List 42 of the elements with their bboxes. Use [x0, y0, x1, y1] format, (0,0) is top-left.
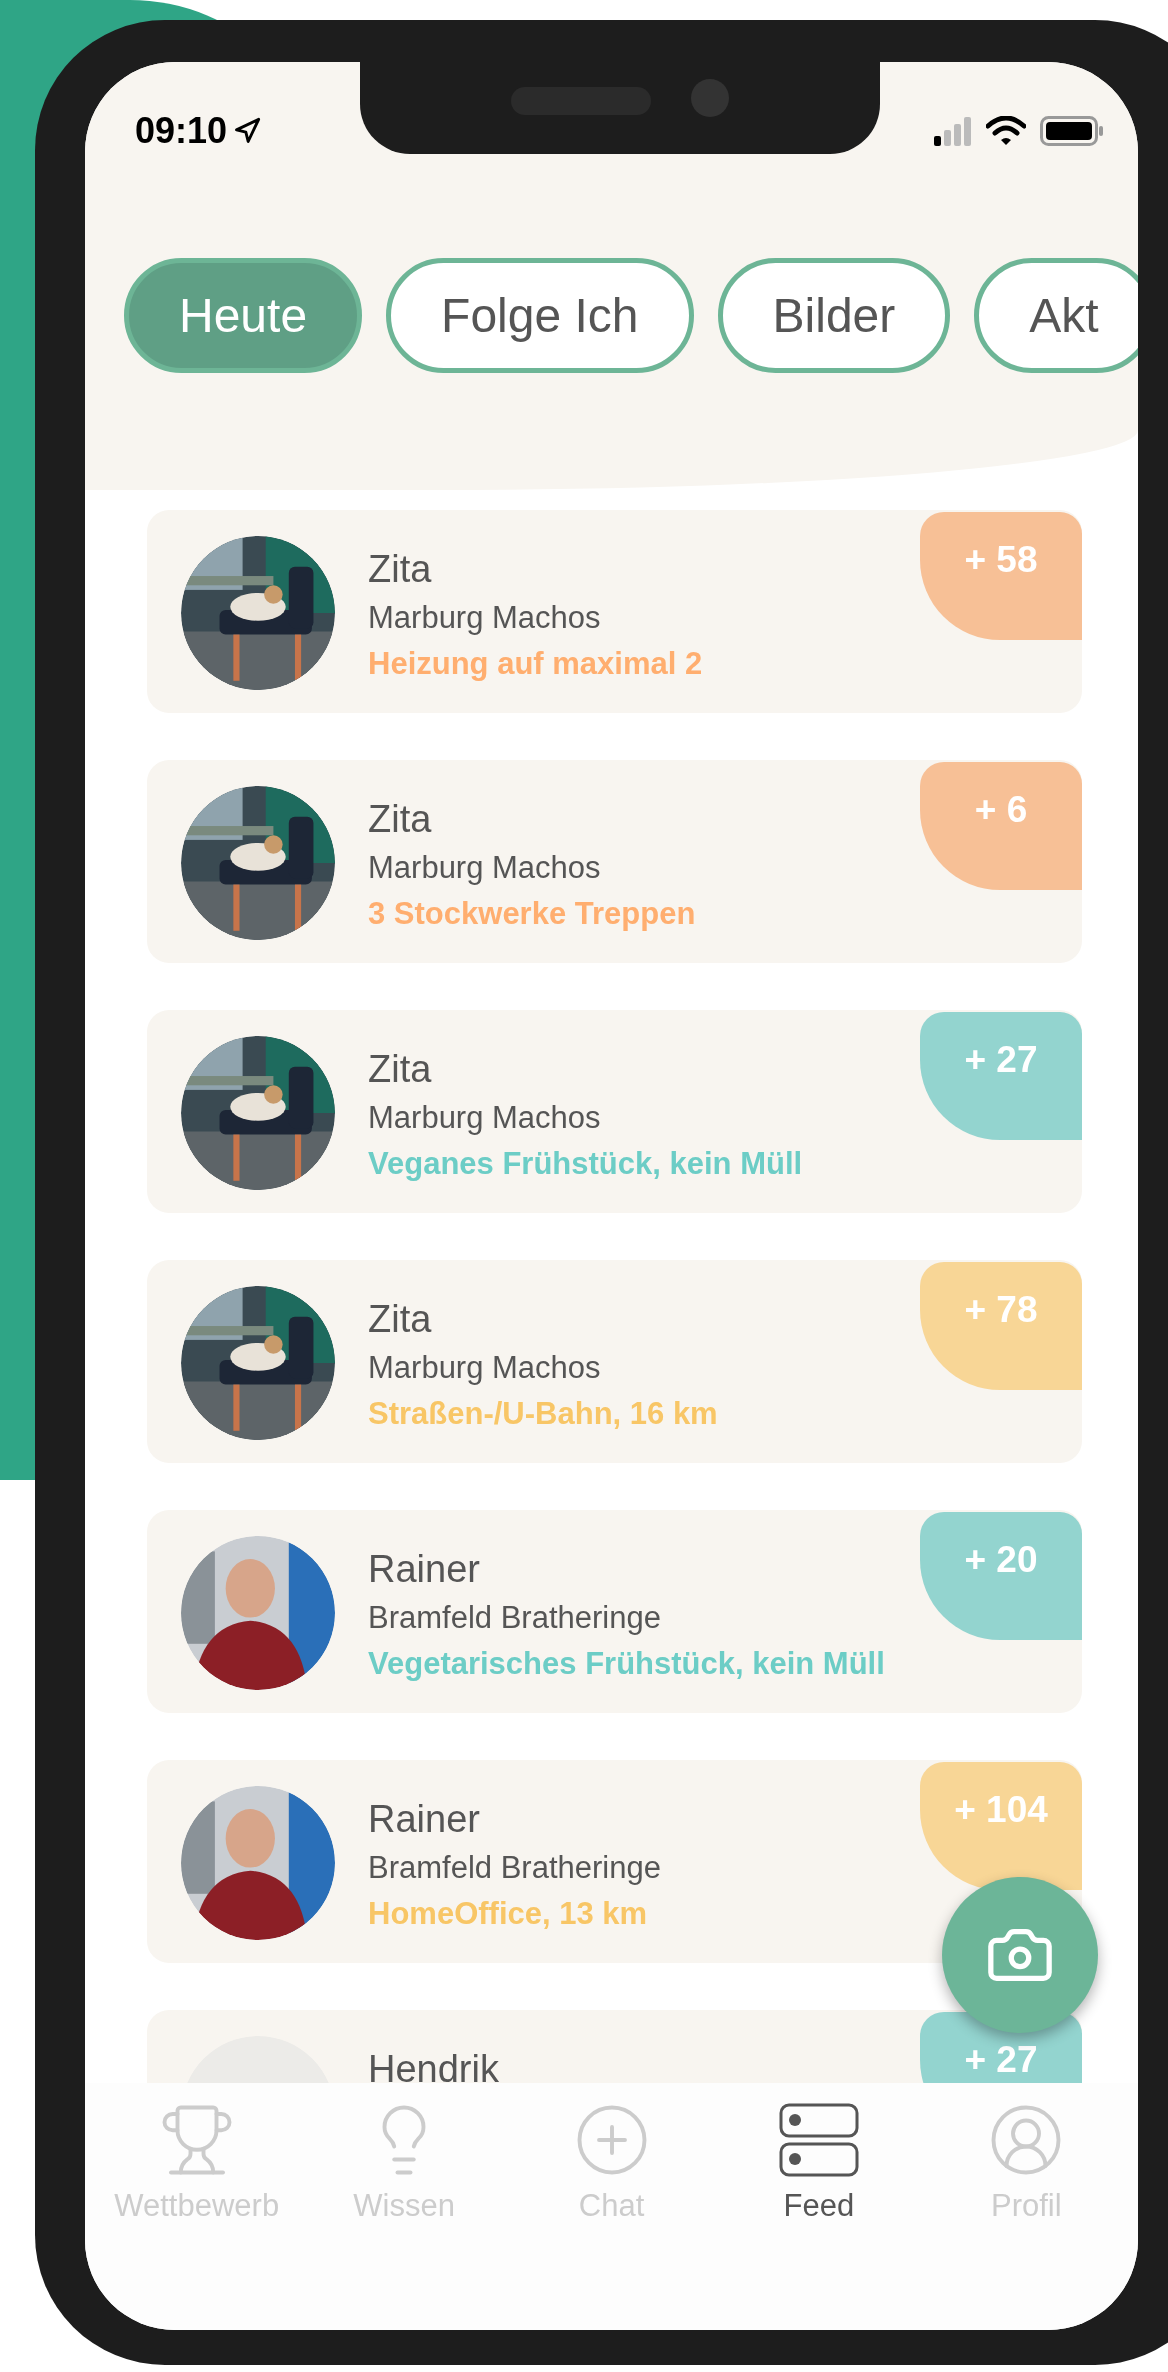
user-name: Rainer [368, 1797, 481, 1842]
feed-card[interactable]: Zita Marburg Machos Heizung auf maximal 2 + 58 [147, 510, 1082, 713]
points-badge: + 58 [920, 512, 1082, 640]
feed-card[interactable]: Rainer Bramfeld Bratheringe Vegetarisches Frühstück, kein Müll + 20 [147, 1510, 1082, 1713]
team-name: Marburg Machos [368, 1099, 602, 1137]
points-badge: + 27 [920, 1012, 1082, 1140]
feed-card[interactable]: Rainer Bramfeld Bratheringe HomeOffice, 13 km + 104 [147, 1760, 1082, 1963]
activity-text: Heizung auf maximal 2 [368, 645, 703, 683]
feed-icon [778, 2101, 859, 2179]
wifi-icon [986, 116, 1026, 146]
battery-icon [1040, 116, 1104, 146]
activity-text: Vegetarisches Frühstück, kein Müll [368, 1645, 885, 1683]
team-name: Bramfeld Bratheringe [368, 1849, 661, 1887]
location-icon [233, 117, 262, 145]
team-name: Bramfeld Bratheringe [368, 1599, 662, 1637]
points-badge: + 104 [920, 1762, 1082, 1890]
feed-card[interactable]: Zita Marburg Machos Veganes Frühstück, kein Müll + 27 [147, 1010, 1082, 1213]
feed-card[interactable]: Zita Marburg Machos Straßen-/U-Bahn, 16 km + 78 [147, 1260, 1082, 1463]
filter-tab[interactable]: Folge Ich [386, 258, 694, 373]
user-name: Zita [368, 547, 433, 592]
signal-icon [934, 116, 972, 146]
nav-tab[interactable]: Feed [715, 2101, 923, 2251]
feed-card[interactable]: Hendrik + 27 [147, 2010, 1082, 2083]
user-name: Hendrik [368, 2047, 499, 2083]
team-name: Marburg Machos [368, 849, 602, 887]
filter-tab[interactable]: Bilder [717, 258, 951, 373]
points-badge: + 6 [920, 762, 1082, 890]
user-name: Zita [368, 1047, 433, 1092]
activity-text: Veganes Frühstück, kein Müll [368, 1145, 803, 1183]
team-name: Marburg Machos [368, 599, 602, 637]
feed-card[interactable]: Zita Marburg Machos 3 Stockwerke Treppen + 6 [147, 760, 1082, 963]
user-name: Rainer [368, 1547, 481, 1592]
team-name: Marburg Machos [368, 1349, 602, 1387]
status-time: 09:10 [135, 109, 228, 153]
points-badge: + 78 [920, 1262, 1082, 1390]
user-name: Zita [368, 797, 433, 842]
activity-text: HomeOffice, 13 km [368, 1895, 649, 1933]
user-name: Zita [368, 1297, 433, 1342]
activity-text: 3 Stockwerke Treppen [368, 895, 696, 933]
activity-text: Straßen-/U-Bahn, 16 km [368, 1395, 718, 1433]
filter-tab[interactable]: Akt [974, 258, 1138, 373]
points-badge: + 20 [920, 1512, 1082, 1640]
